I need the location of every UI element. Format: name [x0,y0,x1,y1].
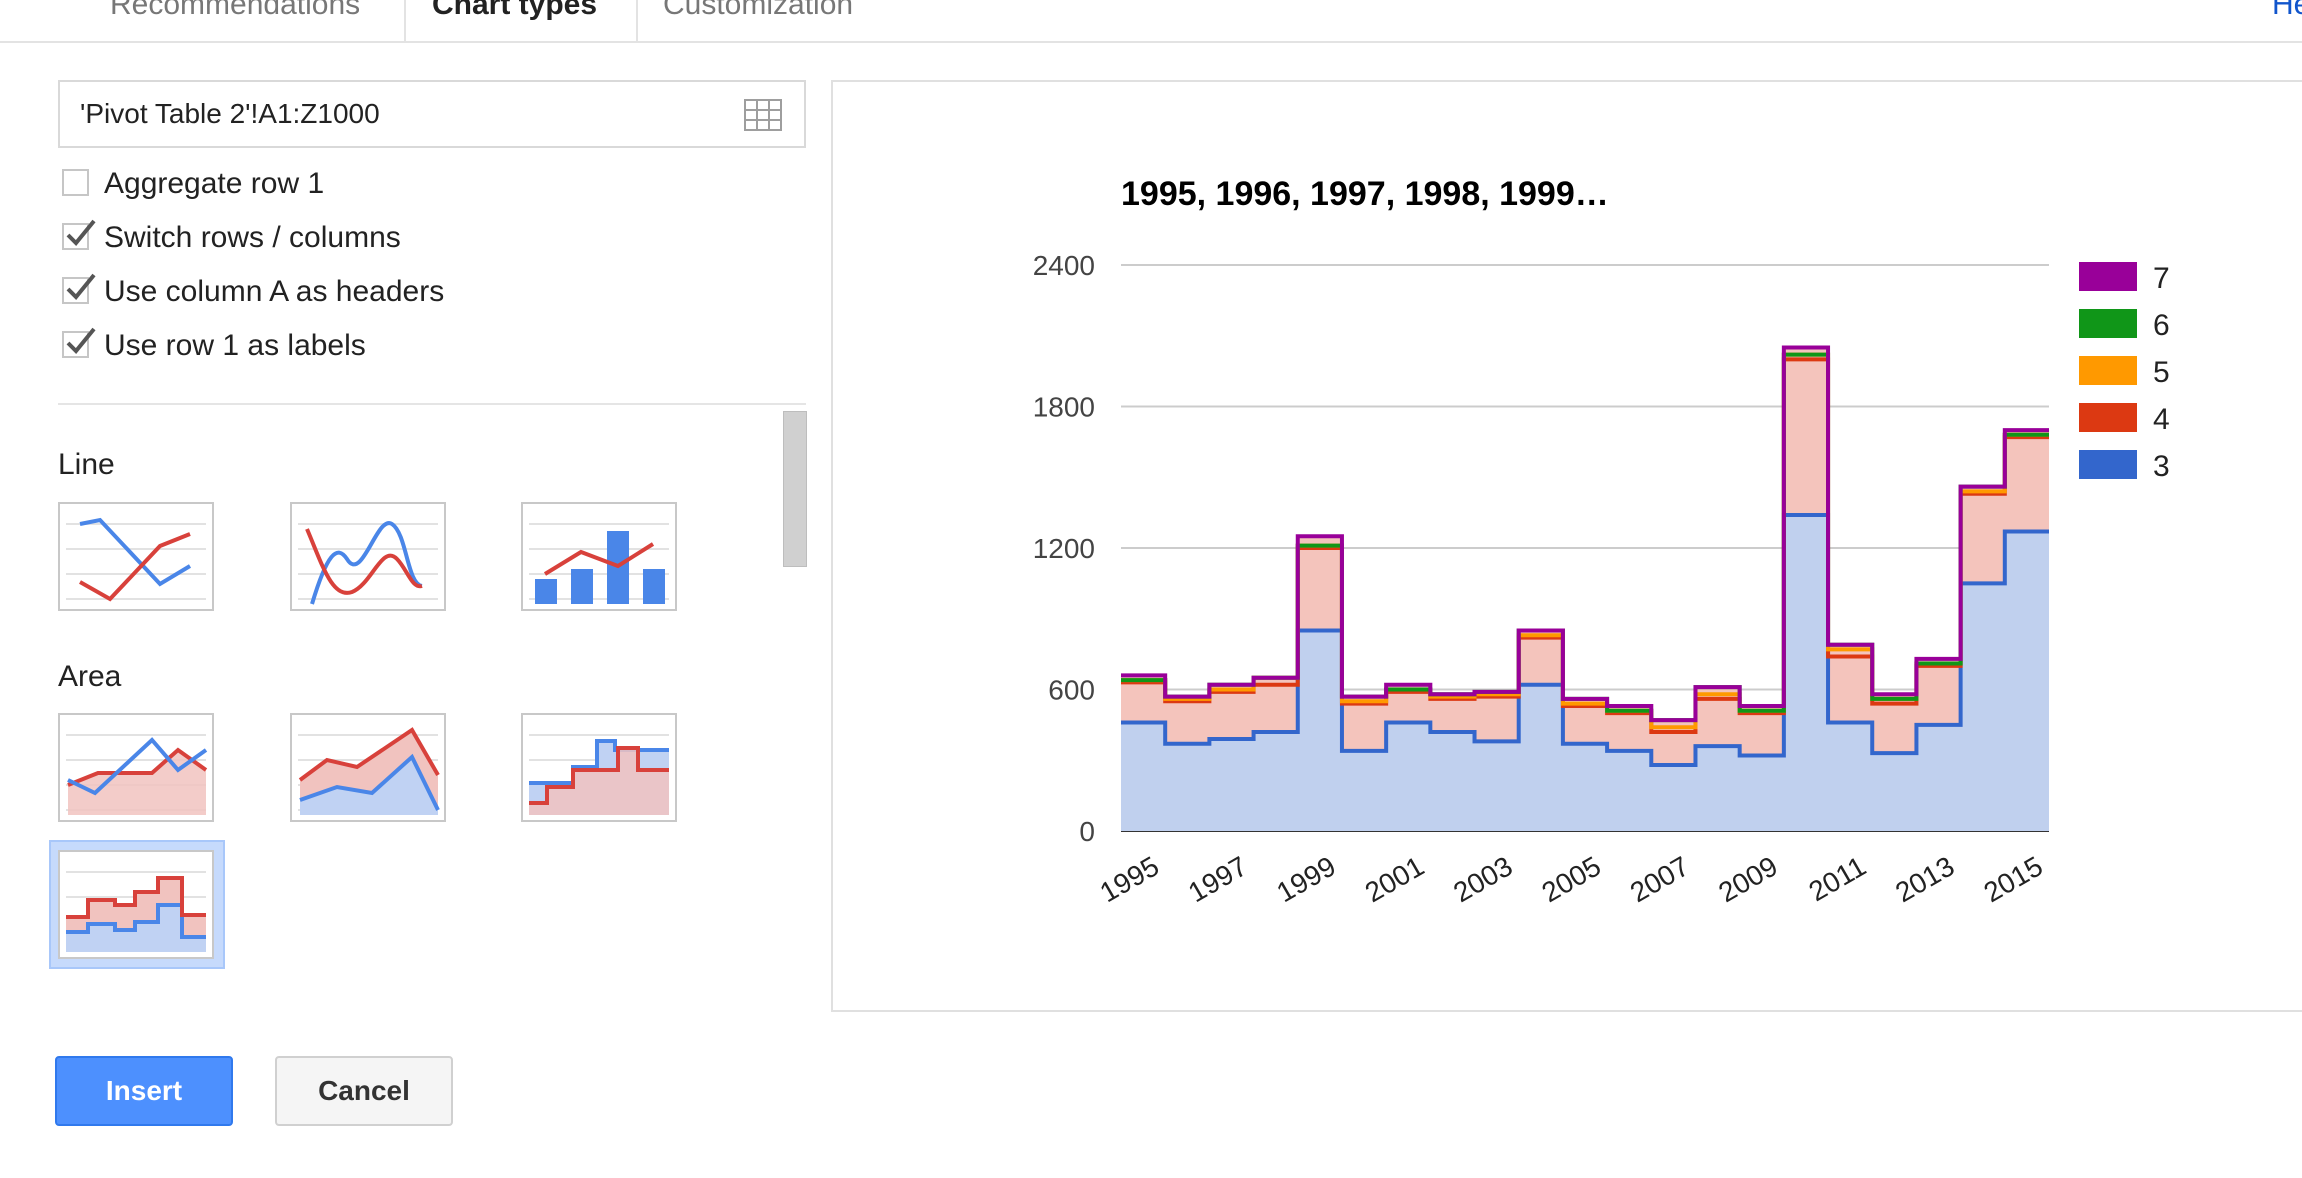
x-tick-label: 1995 [1095,850,1164,908]
area-fill-series-3 [1121,514,2049,831]
legend-label: 7 [2153,262,2170,295]
checkbox[interactable] [62,273,96,304]
tab-separator [404,0,406,41]
thumbnail-line-chart[interactable] [58,502,214,611]
y-tick-label: 1200 [1033,533,1095,564]
data-range-value: 'Pivot Table 2'!A1:Z1000 [80,98,380,129]
scrollbar-thumb[interactable] [783,411,807,567]
checkmark-icon [66,273,96,300]
legend-swatch-4 [2079,403,2137,432]
section-title-area: Area [58,660,122,693]
x-tick-label: 2007 [1625,850,1694,908]
legend-label: 6 [2153,309,2170,342]
x-tick-label: 2015 [1978,850,2047,908]
thumbnail-smooth-line-chart[interactable] [290,502,446,611]
series-line-6 [1121,352,2049,723]
tab-bar: Recommendations Chart types Customizatio… [0,0,2302,43]
y-tick-label: 2400 [1033,250,1095,281]
option-label: Switch rows / columns [104,221,401,254]
tab-recommendations[interactable]: Recommendations [110,0,360,42]
tab-separator [636,0,638,41]
tab-chart-types[interactable]: Chart types [432,0,597,42]
thumbnail-stepped-area-chart[interactable] [521,713,677,822]
grid-select-icon[interactable] [744,99,782,131]
help-link[interactable]: Help [2272,0,2302,26]
checkmark-icon [66,219,96,246]
legend-swatch-3 [2079,450,2137,479]
y-tick-label: 600 [1048,675,1095,706]
legend-label: 4 [2153,403,2170,436]
checkbox[interactable] [62,219,96,250]
data-range-input[interactable]: 'Pivot Table 2'!A1:Z1000 [58,80,806,148]
tab-customization[interactable]: Customization [663,0,853,42]
thumbnail-area-chart[interactable] [58,713,214,822]
checkbox[interactable] [62,327,96,358]
legend-swatch-6 [2079,309,2137,338]
x-tick-label: 2013 [1890,850,1959,908]
x-tick-label: 1999 [1271,850,1340,908]
cancel-button[interactable]: Cancel [275,1056,453,1126]
legend-label: 3 [2153,450,2170,483]
checkmark-icon [64,161,98,195]
y-tick-label: 0 [1079,816,1095,847]
stacked-stepped-area-chart: 1995, 1996, 1997, 1998, 1999… 0 600 1200 180… [1033,175,2170,908]
legend-swatch-5 [2079,356,2137,385]
section-title-line: Line [58,448,115,481]
chart-preview-panel: 1995, 1996, 1997, 1998, 1999… 0 600 1200 180… [831,80,2302,1012]
insert-button[interactable]: Insert [55,1056,233,1126]
x-tick-label: 2001 [1360,850,1429,908]
chart-title: 1995, 1996, 1997, 1998, 1999… [1121,175,1609,213]
checkmark-icon [66,327,96,354]
thumbnail-stacked-stepped-area-chart[interactable] [58,850,214,959]
x-tick-label: 2003 [1448,850,1517,908]
y-tick-label: 1800 [1033,392,1095,423]
legend-label: 5 [2153,356,2170,389]
option-label: Aggregate row 1 [104,167,325,200]
x-tick-label: 2009 [1713,850,1782,908]
series-line-7 [1121,345,2049,723]
series-line-5 [1121,352,2049,730]
x-tick-label: 2011 [1803,850,1871,907]
x-tick-label: 1997 [1183,850,1252,908]
x-tick-label: 2005 [1537,850,1606,908]
option-label: Use row 1 as labels [104,329,366,362]
checkbox[interactable] [62,169,89,196]
thumbnail-combo-chart[interactable] [521,502,677,611]
legend-swatch-7 [2079,262,2137,291]
divider [58,403,806,405]
thumbnail-stacked-area-chart[interactable] [290,713,446,822]
option-label: Use column A as headers [104,275,445,308]
